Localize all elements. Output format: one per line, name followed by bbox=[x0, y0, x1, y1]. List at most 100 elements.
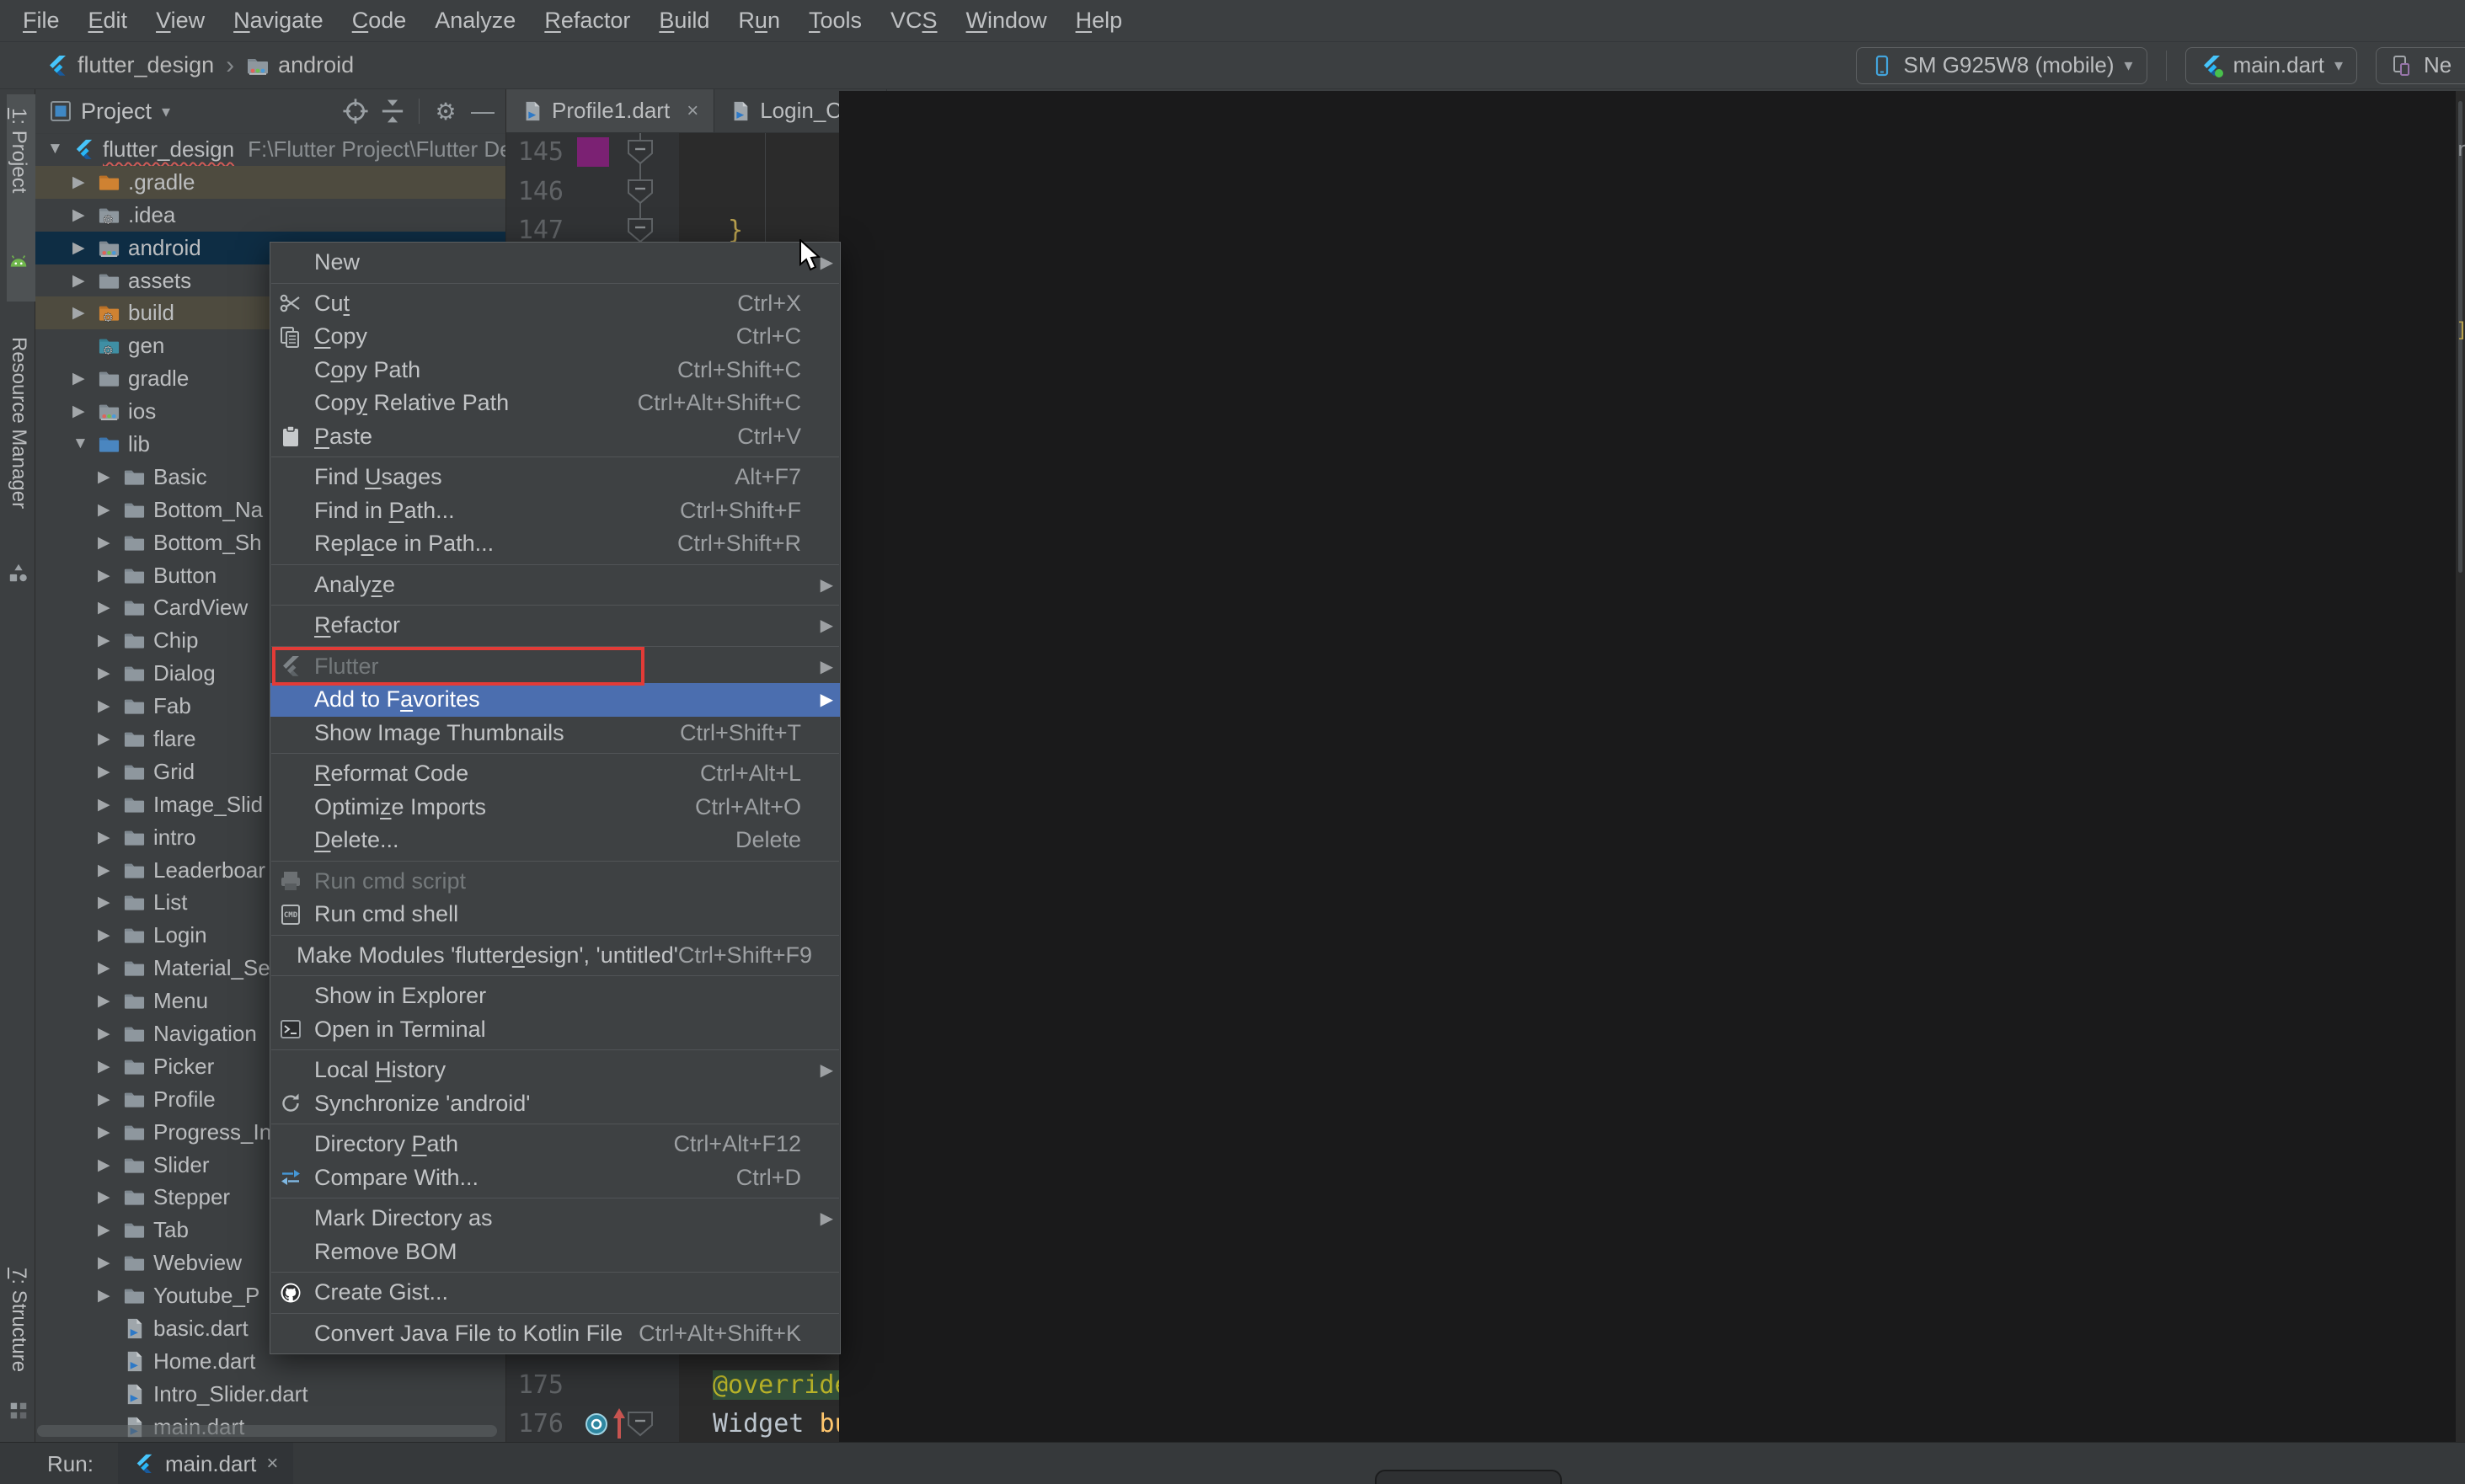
override-gutter-icon[interactable] bbox=[584, 1412, 609, 1437]
collapse-arrow-icon[interactable]: ▼ bbox=[72, 435, 98, 453]
tree-row--gradle[interactable]: ▶.gradle bbox=[35, 166, 505, 199]
menubar-item-tools[interactable]: Tools bbox=[794, 8, 876, 34]
menu-item-remove-bom[interactable]: Remove BOM bbox=[270, 1236, 840, 1269]
expand-arrow-icon[interactable]: ▶ bbox=[72, 271, 98, 291]
fold-marker-icon[interactable] bbox=[626, 1411, 655, 1438]
fold-marker-icon[interactable] bbox=[626, 179, 655, 206]
expand-arrow-icon[interactable]: ▶ bbox=[98, 467, 123, 487]
menu-item-delete-[interactable]: Delete...Delete bbox=[270, 824, 840, 857]
collapse-arrow-icon[interactable]: ▼ bbox=[47, 140, 72, 158]
fold-marker-icon[interactable] bbox=[626, 217, 655, 244]
menubar-item-edit[interactable]: Edit bbox=[74, 8, 142, 34]
menu-item-synchronize-android-[interactable]: Synchronize 'android' bbox=[270, 1087, 840, 1121]
run-tab[interactable]: main.dart × bbox=[118, 1443, 293, 1484]
expand-arrow-icon[interactable]: ▶ bbox=[98, 566, 123, 585]
cutoff-popup-button[interactable] bbox=[1375, 1470, 1562, 1484]
menubar-item-window[interactable]: Window bbox=[952, 8, 1061, 34]
expand-arrow-icon[interactable]: ▶ bbox=[98, 1286, 123, 1305]
expand-arrow-icon[interactable]: ▶ bbox=[72, 206, 98, 225]
close-icon[interactable]: × bbox=[687, 99, 698, 123]
expand-arrow-icon[interactable]: ▶ bbox=[98, 1090, 123, 1109]
menu-item-new[interactable]: New▶ bbox=[270, 246, 840, 280]
menu-item-make-modules-flutterdesign-untitled-[interactable]: Make Modules 'flutterdesign', 'untitled'… bbox=[270, 939, 840, 973]
fold-marker-icon[interactable] bbox=[626, 139, 655, 166]
expand-arrow-icon[interactable]: ▶ bbox=[98, 1057, 123, 1076]
new-device-button[interactable]: Ne bbox=[2376, 47, 2465, 84]
expand-arrow-icon[interactable]: ▶ bbox=[98, 1123, 123, 1142]
expand-arrow-icon[interactable]: ▶ bbox=[98, 1156, 123, 1175]
expand-arrow-icon[interactable]: ▶ bbox=[98, 729, 123, 749]
expand-arrow-icon[interactable]: ▶ bbox=[98, 631, 123, 650]
expand-arrow-icon[interactable]: ▶ bbox=[98, 1188, 123, 1207]
expand-arrow-icon[interactable]: ▶ bbox=[72, 369, 98, 388]
menu-item-copy-relative-path[interactable]: Copy Relative PathCtrl+Alt+Shift+C bbox=[270, 387, 840, 420]
menu-item-copy[interactable]: CopyCtrl+C bbox=[270, 320, 840, 354]
settings-gear-button[interactable]: ⚙ bbox=[431, 97, 460, 125]
menubar-item-refactor[interactable]: Refactor bbox=[530, 8, 644, 34]
expand-arrow-icon[interactable]: ▶ bbox=[98, 828, 123, 847]
menu-item-local-history[interactable]: Local History▶ bbox=[270, 1054, 840, 1087]
project-panel-title[interactable]: Project bbox=[81, 99, 152, 125]
expand-arrow-icon[interactable]: ▶ bbox=[98, 500, 123, 520]
stripe-tab-1-project[interactable]: 1: Project bbox=[7, 108, 30, 193]
menu-item-refactor[interactable]: Refactor▶ bbox=[270, 609, 840, 643]
menubar-item-navigate[interactable]: Navigate bbox=[219, 8, 338, 34]
menu-item-show-in-explorer[interactable]: Show in Explorer bbox=[270, 980, 840, 1013]
menu-item-compare-with-[interactable]: Compare With...Ctrl+D bbox=[270, 1161, 840, 1195]
expand-arrow-icon[interactable]: ▶ bbox=[98, 958, 123, 978]
expand-arrow-icon[interactable]: ▶ bbox=[98, 926, 123, 945]
expand-arrow-icon[interactable]: ▶ bbox=[72, 303, 98, 323]
expand-arrow-icon[interactable]: ▶ bbox=[98, 1024, 123, 1044]
editor-tab-profile1-dart[interactable]: Profile1.dart× bbox=[506, 89, 714, 132]
locate-file-button[interactable] bbox=[341, 97, 370, 125]
menubar-item-file[interactable]: File bbox=[8, 8, 74, 34]
expand-arrow-icon[interactable]: ▶ bbox=[72, 173, 98, 192]
menu-item-find-usages[interactable]: Find UsagesAlt+F7 bbox=[270, 461, 840, 494]
horizontal-scrollbar[interactable] bbox=[37, 1425, 497, 1437]
expand-arrow-icon[interactable]: ▶ bbox=[98, 598, 123, 617]
menu-item-run-cmd-shell[interactable]: CMDRun cmd shell bbox=[270, 898, 840, 932]
menu-item-mark-directory-as[interactable]: Mark Directory as▶ bbox=[270, 1202, 840, 1236]
menu-item-find-in-path-[interactable]: Find in Path...Ctrl+Shift+F bbox=[270, 494, 840, 528]
expand-arrow-icon[interactable]: ▶ bbox=[98, 795, 123, 814]
hide-panel-button[interactable]: — bbox=[468, 97, 497, 125]
expand-arrow-icon[interactable]: ▶ bbox=[98, 762, 123, 782]
menubar-item-vcs[interactable]: VCS bbox=[876, 8, 952, 34]
collapse-all-button[interactable] bbox=[378, 97, 407, 125]
expand-arrow-icon[interactable]: ▶ bbox=[98, 664, 123, 683]
menu-item-reformat-code[interactable]: Reformat CodeCtrl+Alt+L bbox=[270, 757, 840, 791]
chevron-down-icon[interactable]: ▾ bbox=[162, 101, 170, 122]
expand-arrow-icon[interactable]: ▶ bbox=[72, 238, 98, 258]
expand-arrow-icon[interactable]: ▶ bbox=[98, 861, 123, 880]
expand-arrow-icon[interactable]: ▶ bbox=[98, 697, 123, 716]
menubar-item-analyze[interactable]: Analyze bbox=[420, 8, 530, 34]
menu-item-copy-path[interactable]: Copy PathCtrl+Shift+C bbox=[270, 354, 840, 387]
implements-arrow-icon[interactable] bbox=[612, 1408, 626, 1439]
expand-arrow-icon[interactable]: ▶ bbox=[98, 1220, 123, 1240]
stripe-tab-resource-manager[interactable]: Resource Manager bbox=[7, 337, 30, 509]
menu-item-replace-in-path-[interactable]: Replace in Path...Ctrl+Shift+R bbox=[270, 527, 840, 561]
menu-item-paste[interactable]: PasteCtrl+V bbox=[270, 420, 840, 454]
close-icon[interactable]: × bbox=[266, 1452, 278, 1476]
breadcrumb-folder[interactable]: android bbox=[278, 52, 354, 78]
menu-item-create-gist-[interactable]: Create Gist... bbox=[270, 1276, 840, 1310]
menu-item-directory-path[interactable]: Directory PathCtrl+Alt+F12 bbox=[270, 1128, 840, 1161]
menu-item-convert-java-file-to-kotlin-file[interactable]: Convert Java File to Kotlin FileCtrl+Alt… bbox=[270, 1317, 840, 1351]
expand-arrow-icon[interactable]: ▶ bbox=[98, 1253, 123, 1273]
breadcrumb-project[interactable]: flutter_design bbox=[78, 52, 214, 78]
menu-item-add-to-favorites[interactable]: Add to Favorites▶ bbox=[270, 683, 840, 717]
stripe-tab-7-structure[interactable]: 7: Structure bbox=[7, 1268, 30, 1372]
expand-arrow-icon[interactable]: ▶ bbox=[72, 402, 98, 421]
menu-item-cut[interactable]: CutCtrl+X bbox=[270, 287, 840, 321]
expand-arrow-icon[interactable]: ▶ bbox=[98, 533, 123, 552]
run-config-selector[interactable]: main.dart ▾ bbox=[2185, 47, 2357, 84]
menubar-item-build[interactable]: Build bbox=[644, 8, 724, 34]
menu-item-analyze[interactable]: Analyze▶ bbox=[270, 569, 840, 602]
menu-item-show-image-thumbnails[interactable]: Show Image ThumbnailsCtrl+Shift+T bbox=[270, 717, 840, 750]
tree-row-flutter-design[interactable]: ▼flutter_designF:\Flutter Project\Flutte… bbox=[35, 133, 505, 166]
menu-item-open-in-terminal[interactable]: Open in Terminal bbox=[270, 1013, 840, 1047]
expand-arrow-icon[interactable]: ▶ bbox=[98, 991, 123, 1011]
expand-arrow-icon[interactable]: ▶ bbox=[98, 893, 123, 912]
menubar-item-run[interactable]: Run bbox=[724, 8, 794, 34]
tree-row--idea[interactable]: ▶⚙.idea bbox=[35, 199, 505, 232]
